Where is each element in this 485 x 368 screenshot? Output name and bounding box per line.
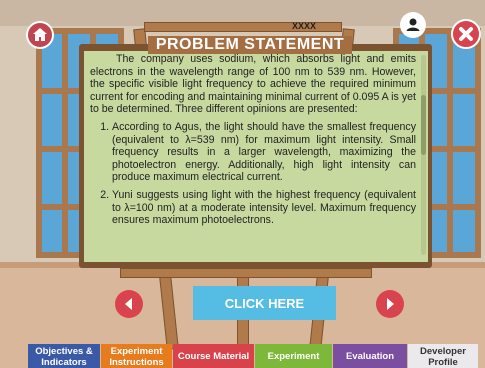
tab-experiment-instructions[interactable]: Experiment Instructions — [101, 344, 172, 368]
tab-label: Objectives & Indicators — [35, 346, 93, 368]
paper-scrollbar[interactable] — [421, 55, 426, 255]
problem-intro: The company uses sodium, which absorbs l… — [90, 53, 416, 116]
problem-title: PROBLEM STATEMENT — [148, 36, 352, 54]
problem-paper[interactable]: The company uses sodium, which absorbs l… — [84, 51, 428, 262]
easel-shelf — [120, 268, 372, 278]
arrow-right-icon — [387, 298, 394, 310]
tab-label: Evaluation — [345, 351, 395, 362]
home-icon — [33, 28, 47, 41]
opinion-item: Yuni suggests using light with the highe… — [112, 189, 416, 227]
tab-objectives[interactable]: Objectives & Indicators — [28, 344, 100, 368]
tab-label: Experiment — [267, 351, 320, 362]
tab-label: Experiment Instructions — [109, 346, 164, 368]
small-title: XXXX — [291, 21, 316, 31]
tab-experiment[interactable]: Experiment — [255, 344, 332, 368]
scroll-thumb[interactable] — [421, 95, 426, 155]
tab-course-material[interactable]: Course Material — [173, 344, 254, 368]
next-button[interactable] — [376, 290, 404, 318]
arrow-left-icon — [125, 298, 132, 310]
opinion-item: According to Agus, the light should have… — [112, 121, 416, 184]
problem-text: The company uses sodium, which absorbs l… — [90, 53, 416, 232]
app-stage: XXXX The company uses sodium, which abso… — [0, 0, 485, 368]
tab-developer-profile[interactable]: Developer Profile — [408, 344, 478, 368]
prev-button[interactable] — [115, 290, 143, 318]
bottom-tab-bar: Objectives & Indicators Experiment Instr… — [28, 344, 478, 368]
tab-evaluation[interactable]: Evaluation — [333, 344, 407, 368]
tab-label: Course Material — [177, 351, 250, 362]
close-button[interactable] — [451, 19, 481, 49]
opinion-list: According to Agus, the light should have… — [90, 121, 416, 227]
user-button[interactable] — [400, 12, 426, 38]
home-button[interactable] — [26, 21, 54, 49]
user-icon — [406, 18, 420, 31]
click-here-button[interactable]: CLICK HERE — [193, 286, 336, 320]
tab-label: Developer Profile — [420, 346, 466, 368]
close-icon — [459, 27, 473, 41]
